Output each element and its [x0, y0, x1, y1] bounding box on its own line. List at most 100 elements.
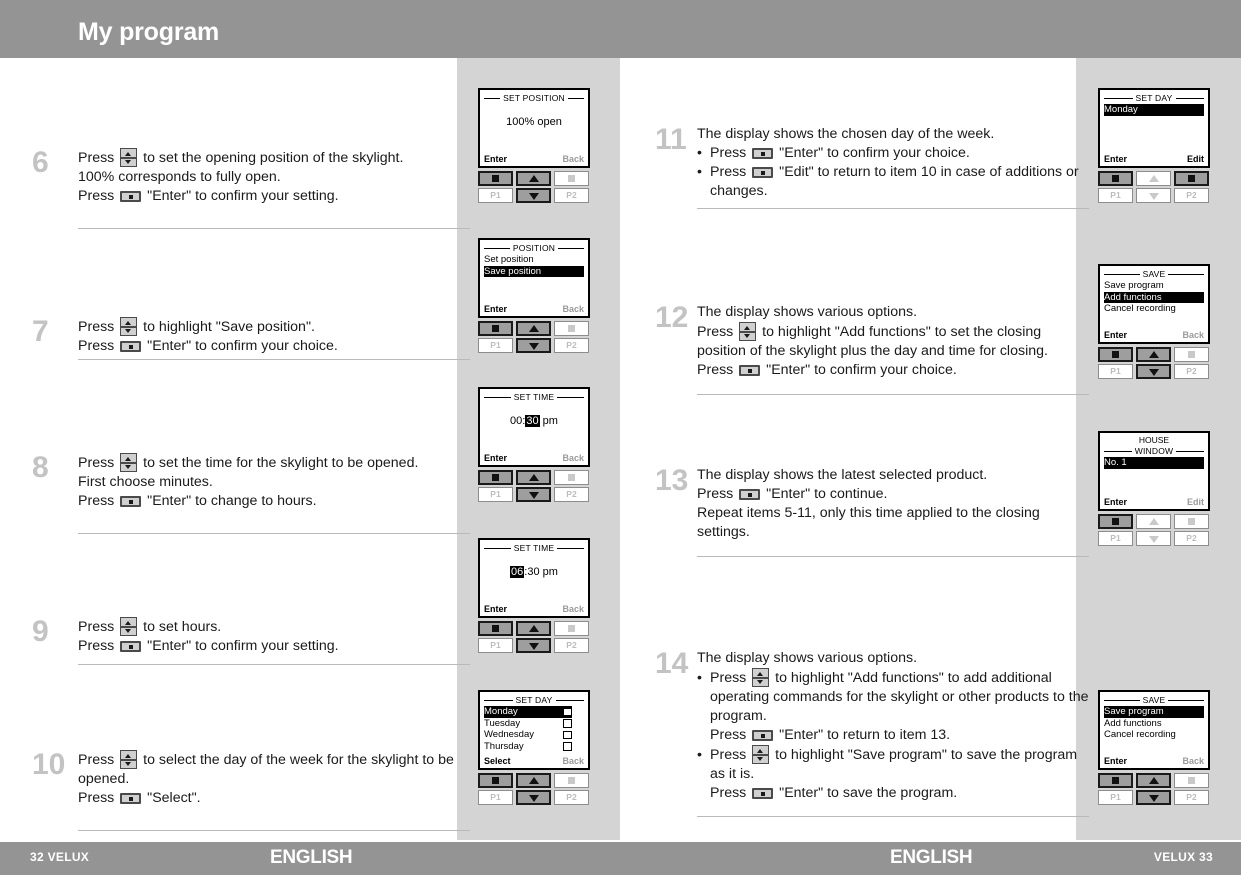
remote-button-grid: P1 P2 [1098, 514, 1210, 546]
enter-key-icon [120, 496, 142, 507]
softkey-right-label: Back [1182, 330, 1204, 340]
p2-button[interactable]: P2 [554, 188, 589, 203]
p1-button[interactable]: P1 [478, 487, 513, 502]
p2-button[interactable]: P2 [1174, 188, 1209, 203]
checkbox-icon[interactable] [563, 742, 572, 751]
p1-label: P1 [490, 640, 501, 650]
up-down-rocker-key-icon [120, 453, 138, 472]
up-button[interactable] [516, 321, 551, 336]
stop-button-right[interactable] [1174, 171, 1209, 186]
remote-screen: SAVE Save program Add functions Cancel reco… [1098, 264, 1210, 344]
stop-button[interactable] [1098, 773, 1133, 788]
step-number: 9 [32, 615, 49, 648]
p1-button[interactable]: P1 [478, 790, 513, 805]
p1-button[interactable]: P1 [478, 188, 513, 203]
p2-button[interactable]: P2 [554, 338, 589, 353]
display-unit-set-time-minutes: SET TIME 00:30 pm Enter Back P1 P2 [478, 387, 590, 504]
screen-menu-item[interactable]: Save program [1104, 280, 1204, 292]
stop-button-right[interactable] [554, 621, 589, 636]
stop-button[interactable] [1098, 171, 1133, 186]
p2-button[interactable]: P2 [1174, 364, 1209, 379]
screen-menu-item[interactable]: Set position [484, 254, 584, 266]
checkbox-icon[interactable] [563, 719, 572, 728]
screen-menu-item[interactable]: No. 1 [1104, 457, 1204, 469]
screen-menu-item[interactable]: Add functions [1104, 291, 1204, 303]
up-button[interactable] [516, 621, 551, 636]
triangle-up-icon [1148, 776, 1159, 784]
up-button[interactable] [1136, 773, 1171, 788]
down-button[interactable] [516, 487, 551, 502]
screen-value: 06:30 pm [510, 566, 558, 578]
stop-button-right[interactable] [1174, 347, 1209, 362]
p2-button[interactable]: P2 [1174, 790, 1209, 805]
screen-menu-item[interactable]: Tuesday [484, 718, 572, 730]
up-down-rocker-key-icon [120, 317, 138, 336]
p1-label: P1 [1110, 792, 1121, 802]
step-divider [697, 816, 1089, 817]
p1-button[interactable]: P1 [478, 638, 513, 653]
stop-button[interactable] [478, 470, 513, 485]
checkbox-icon[interactable] [563, 730, 572, 739]
down-button[interactable] [516, 188, 551, 203]
screen-menu-item[interactable]: Wednesday [484, 729, 572, 741]
remote-button-grid: P1 P2 [1098, 347, 1210, 379]
down-button[interactable] [516, 790, 551, 805]
down-button[interactable] [1136, 364, 1171, 379]
stop-button[interactable] [478, 321, 513, 336]
title-rule-left [1104, 97, 1133, 99]
triangle-up-icon [1148, 350, 1159, 358]
up-button[interactable] [1136, 171, 1171, 186]
stop-button[interactable] [478, 171, 513, 186]
p2-button[interactable]: P2 [1174, 531, 1209, 546]
screen-menu-item[interactable]: Monday [1104, 104, 1204, 116]
title-rule-right [1168, 273, 1205, 275]
up-button[interactable] [516, 470, 551, 485]
down-button[interactable] [1136, 790, 1171, 805]
p1-button[interactable]: P1 [1098, 531, 1133, 546]
screen-menu-item[interactable]: Add functions [1104, 718, 1204, 730]
screen-menu-item[interactable]: Monday [484, 706, 572, 718]
highlighted-value: 06 [510, 566, 525, 578]
p1-button[interactable]: P1 [1098, 790, 1133, 805]
p2-button[interactable]: P2 [554, 790, 589, 805]
checkbox-icon[interactable] [563, 707, 572, 716]
up-button[interactable] [1136, 347, 1171, 362]
p2-label: P2 [566, 190, 577, 200]
title-rule-right [557, 396, 584, 398]
stop-button-right[interactable] [1174, 514, 1209, 529]
title-rule-right [555, 699, 584, 701]
down-button[interactable] [1136, 531, 1171, 546]
softkey-right-label: Edit [1187, 497, 1204, 507]
stop-button-right[interactable] [554, 470, 589, 485]
stop-button[interactable] [478, 773, 513, 788]
screen-menu-item[interactable]: Save position [484, 265, 584, 277]
up-button[interactable] [516, 773, 551, 788]
p1-button[interactable]: P1 [478, 338, 513, 353]
screen-menu-item[interactable]: Cancel recording [1104, 303, 1204, 315]
stop-button-right[interactable] [554, 321, 589, 336]
screen-menu-item[interactable]: Cancel recording [1104, 729, 1204, 741]
stop-button-right[interactable] [554, 773, 589, 788]
stop-button-right[interactable] [1174, 773, 1209, 788]
screen-menu-item[interactable]: Save program [1104, 706, 1204, 718]
square-icon [568, 625, 575, 632]
down-button[interactable] [516, 638, 551, 653]
square-icon [1188, 518, 1195, 525]
p1-button[interactable]: P1 [1098, 364, 1133, 379]
up-button[interactable] [1136, 514, 1171, 529]
enter-key-icon [739, 365, 761, 376]
softkey-right-label: Back [562, 154, 584, 164]
p1-button[interactable]: P1 [1098, 188, 1133, 203]
down-button[interactable] [516, 338, 551, 353]
stop-button[interactable] [1098, 347, 1133, 362]
p2-button[interactable]: P2 [554, 638, 589, 653]
stop-button-right[interactable] [554, 171, 589, 186]
down-button[interactable] [1136, 188, 1171, 203]
stop-button[interactable] [1098, 514, 1133, 529]
screen-title-row: WINDOW [1104, 446, 1204, 456]
p2-button[interactable]: P2 [554, 487, 589, 502]
up-button[interactable] [516, 171, 551, 186]
stop-button[interactable] [478, 621, 513, 636]
screen-menu-list: Set position Save position [484, 254, 584, 277]
screen-menu-item[interactable]: Thursday [484, 741, 572, 753]
